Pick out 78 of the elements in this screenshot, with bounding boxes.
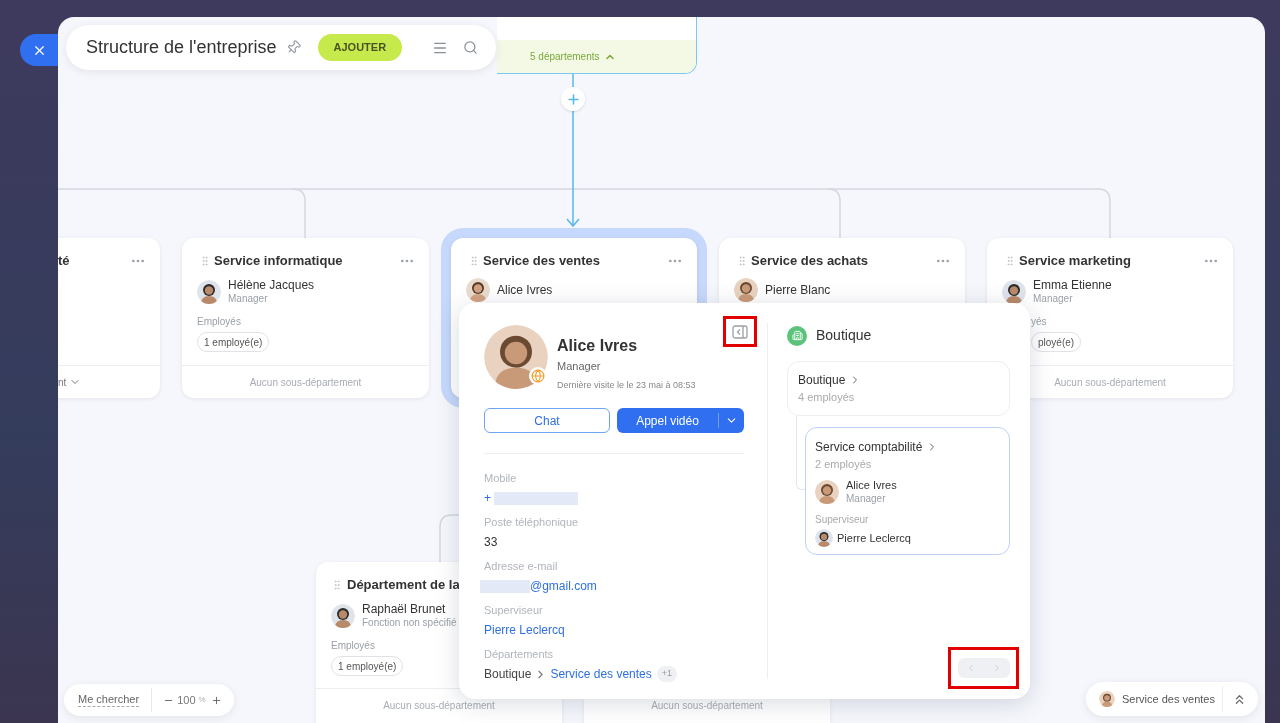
person-name: Hélène Jacques bbox=[228, 278, 315, 292]
person-name: Raphaël Brunet bbox=[362, 602, 447, 616]
person-role: Fonction non spécifié bbox=[362, 616, 457, 630]
zoom-in-icon[interactable] bbox=[210, 694, 222, 706]
employees-label: Employés bbox=[331, 640, 375, 652]
field-label: Poste téléphonique bbox=[484, 515, 579, 529]
subdepartments-toggle[interactable]: nt bbox=[58, 374, 82, 390]
structure-title: Boutique bbox=[816, 326, 872, 345]
subdepartments-note: Aucun sous-département bbox=[382, 698, 496, 713]
avatar bbox=[466, 278, 490, 302]
person-name: Emma Etienne bbox=[1033, 278, 1112, 292]
person-role: Manager bbox=[1033, 292, 1074, 306]
avatar bbox=[734, 278, 758, 302]
person-role: Manager bbox=[846, 492, 887, 506]
page-title: Structure de l'entreprise bbox=[86, 36, 277, 59]
drag-handle-icon[interactable] bbox=[736, 255, 748, 267]
close-button[interactable] bbox=[20, 34, 60, 66]
subdepartments-note: Aucun sous-département bbox=[1053, 375, 1167, 390]
field-label: Départements bbox=[484, 647, 554, 661]
department-title: té bbox=[58, 252, 70, 271]
avatar bbox=[815, 529, 833, 547]
current-department-chip[interactable]: Service des ventes bbox=[1086, 682, 1258, 716]
field-label: Adresse e-mail bbox=[484, 559, 558, 573]
person-name: Alice Ivres bbox=[497, 283, 553, 297]
drag-handle-icon[interactable] bbox=[1004, 255, 1016, 267]
field-link[interactable]: Pierre Leclercq bbox=[484, 621, 565, 639]
field-label: Mobile bbox=[484, 471, 517, 485]
avatar bbox=[331, 604, 355, 628]
employees-label: yés bbox=[1031, 316, 1047, 328]
avatar bbox=[1099, 691, 1115, 707]
drag-handle-icon[interactable] bbox=[468, 255, 480, 267]
avatar bbox=[1002, 280, 1026, 304]
connector-line bbox=[439, 514, 460, 563]
department-name: Boutique bbox=[798, 372, 846, 389]
subdepartments-note: Aucun sous-département bbox=[650, 698, 764, 713]
department-title: Service des achats bbox=[751, 252, 869, 271]
building-icon bbox=[787, 325, 807, 346]
redacted-block bbox=[480, 579, 530, 593]
supervisor-name: Pierre Leclercq bbox=[837, 530, 911, 546]
field-value: 33 bbox=[484, 534, 498, 551]
drag-handle-icon[interactable] bbox=[199, 255, 211, 267]
department-card[interactable]: Service marketing Emma Etienne Manager yés ployé(e) Aucun sous-département bbox=[987, 238, 1233, 398]
avatar bbox=[815, 480, 839, 504]
department-name: Service comptabilité bbox=[815, 438, 923, 456]
zoom-unit: % bbox=[198, 694, 206, 706]
subdepartments-note: Aucun sous-département bbox=[248, 375, 363, 390]
department-title: Service des ventes bbox=[483, 252, 601, 271]
video-call-button[interactable]: Appel vidéo bbox=[617, 408, 744, 433]
current-department-card[interactable]: Service comptabilité 2 employés Alice Ivres Manager Superviseur Pierre Leclercq bbox=[805, 426, 1010, 555]
search-icon[interactable] bbox=[463, 40, 478, 55]
department-title: Service informatique bbox=[214, 252, 343, 271]
drag-handle-icon[interactable] bbox=[331, 579, 343, 591]
employee-count: 4 employés bbox=[798, 390, 856, 405]
panel-collapse-icon[interactable] bbox=[732, 324, 748, 339]
avatar bbox=[484, 325, 548, 389]
employee-count: 2 employés bbox=[815, 456, 872, 472]
avatar bbox=[197, 280, 221, 304]
department-name: Service des ventes bbox=[1122, 691, 1215, 707]
find-me-link[interactable]: Me chercher bbox=[78, 693, 140, 707]
supervisor-label: Superviseur bbox=[815, 513, 869, 527]
person-name: Alice Ivres bbox=[846, 478, 897, 492]
field-label: Superviseur bbox=[484, 603, 543, 617]
zoom-value: 100 bbox=[177, 692, 196, 708]
department-title: Département de la bbox=[347, 576, 460, 595]
field-value[interactable]: + bbox=[484, 489, 491, 507]
department-path-item[interactable]: Boutique bbox=[484, 665, 532, 683]
person-name: Pierre Blanc bbox=[765, 283, 831, 297]
add-button[interactable]: AJOUTER bbox=[317, 34, 403, 61]
department-card[interactable]: Service informatique Hélène Jacques Manager Employés 1 employé(e) Aucun sous-département bbox=[182, 238, 429, 398]
employees-label: Employés bbox=[197, 316, 241, 328]
person-role: Manager bbox=[228, 292, 269, 306]
chat-button[interactable]: Chat bbox=[484, 408, 610, 433]
profile-role: Manager bbox=[557, 359, 602, 374]
parent-department-card[interactable]: Boutique 4 employés bbox=[787, 361, 1010, 416]
department-card[interactable]: té nt bbox=[58, 238, 160, 398]
last-visit: Dernière visite le le 23 mai à 08:53 bbox=[557, 378, 696, 392]
department-title: Service marketing bbox=[1019, 252, 1131, 271]
profile-name: Alice Ivres bbox=[557, 336, 639, 356]
